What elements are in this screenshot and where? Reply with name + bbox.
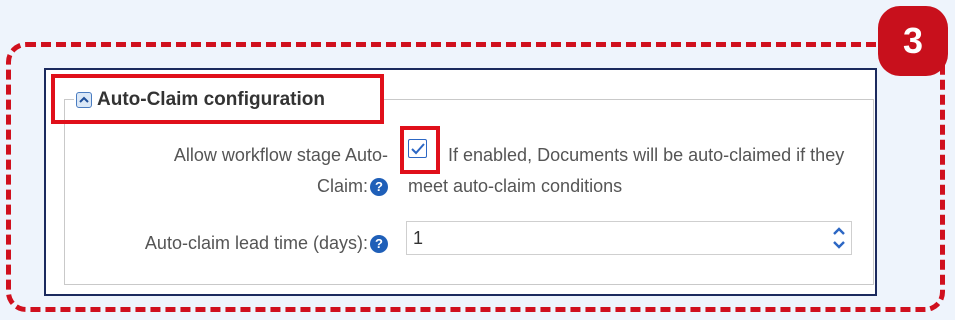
- fieldset-border-top: [382, 99, 874, 100]
- allow-autoclaim-label-line1: Allow workflow stage Auto-: [173, 145, 388, 165]
- lead-time-label: Auto-claim lead time (days):: [144, 233, 368, 253]
- highlight-box-checkbox: [400, 126, 440, 174]
- allow-autoclaim-label-line2: Claim:: [316, 176, 368, 196]
- lead-time-value: 1: [413, 228, 424, 248]
- allow-autoclaim-label: Allow workflow stage Auto- Claim:?: [86, 140, 388, 202]
- highlight-box-section-title: [51, 74, 384, 124]
- lead-time-input[interactable]: 1: [406, 221, 852, 255]
- help-icon[interactable]: ?: [370, 178, 388, 197]
- lead-time-label-row: Auto-claim lead time (days):?: [56, 228, 388, 259]
- spinner-control[interactable]: [831, 226, 847, 250]
- spinner-down-icon[interactable]: [832, 240, 846, 250]
- help-icon[interactable]: ?: [370, 235, 388, 254]
- spinner-up-icon[interactable]: [832, 226, 846, 236]
- step-number-badge: 3: [878, 6, 948, 76]
- allow-autoclaim-description: If enabled, Documents will be auto-claim…: [408, 145, 845, 196]
